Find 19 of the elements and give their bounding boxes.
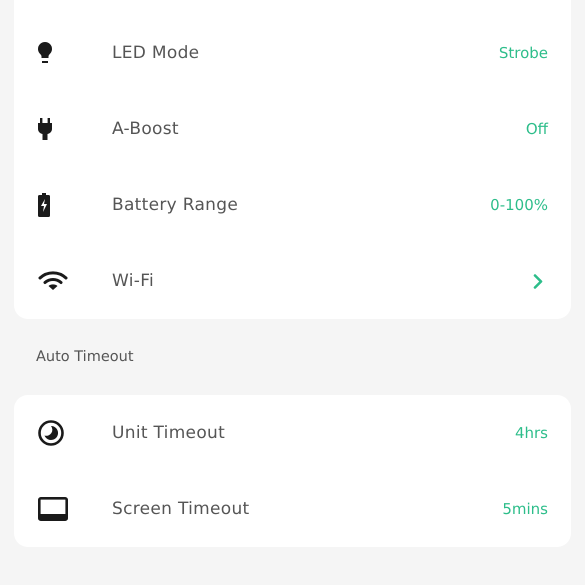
plug-icon [38,118,52,140]
setting-label: Unit Timeout [112,423,226,443]
setting-value[interactable]: 5mins [502,500,548,518]
setting-label: Battery Range [112,195,240,215]
setting-label: Wi-Fi [112,271,156,291]
laptop-icon [38,497,68,521]
section-header: Auto Timeout [35,348,135,367]
chevron-right-icon[interactable] [533,274,543,288]
setting-label: LED Mode [112,43,200,63]
setting-value[interactable]: Strobe [498,44,548,62]
wifi-icon [38,271,68,291]
setting-label: Screen Timeout [112,499,250,519]
bulb-icon [38,42,52,64]
setting-value[interactable]: Off [526,120,548,138]
battery-icon [38,193,50,217]
setting-value[interactable]: 0-100% [490,196,548,214]
setting-value[interactable]: 4hrs [514,424,548,442]
moon-clock-icon [38,420,64,446]
setting-label: A-Boost [112,119,180,139]
